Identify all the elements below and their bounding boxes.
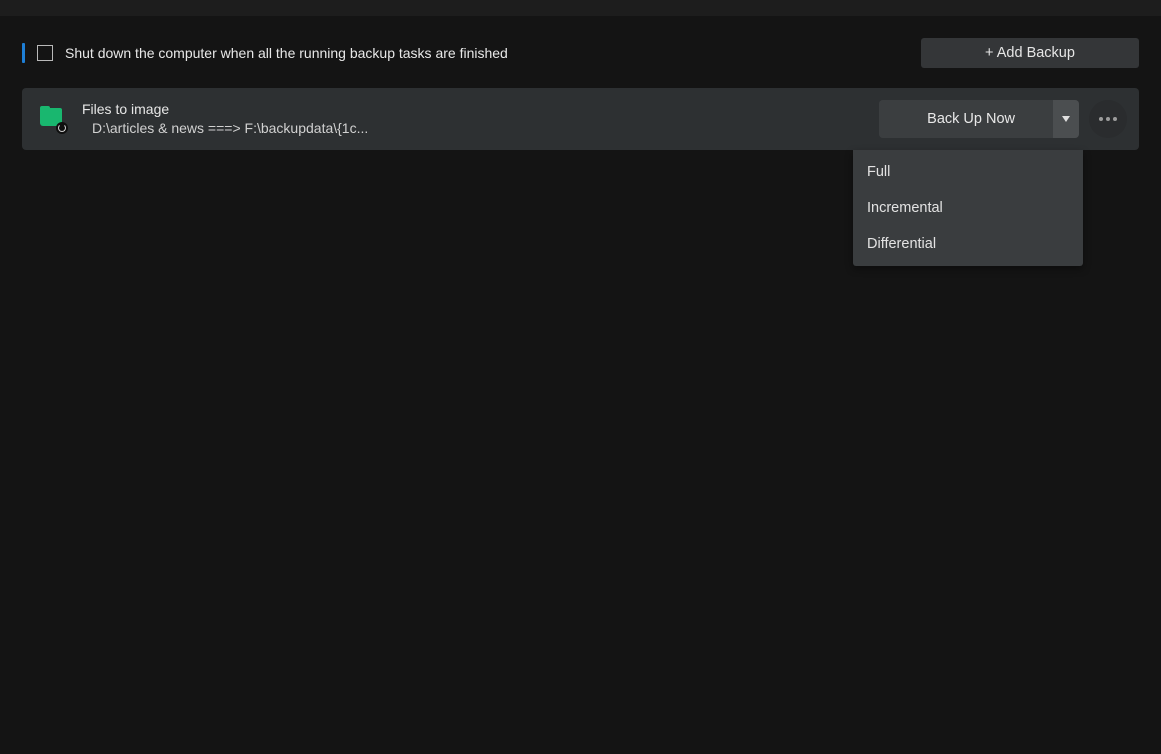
titlebar-strip	[0, 0, 1161, 16]
backup-now-split-button: Back Up Now	[879, 100, 1079, 138]
backup-now-button[interactable]: Back Up Now	[879, 100, 1053, 138]
backup-type-menu: Full Incremental Differential	[853, 150, 1083, 266]
add-backup-button[interactable]: + Add Backup	[921, 38, 1139, 68]
backup-type-dropdown-button[interactable]	[1053, 100, 1079, 138]
caret-down-icon	[1062, 116, 1070, 122]
main-content: Shut down the computer when all the runn…	[0, 16, 1161, 150]
active-indicator	[22, 43, 25, 63]
toolbar-left-group: Shut down the computer when all the runn…	[22, 43, 508, 63]
toolbar-row: Shut down the computer when all the runn…	[22, 38, 1139, 68]
task-text-block: Files to image D:\articles & news ===> F…	[82, 100, 879, 138]
more-options-button[interactable]	[1089, 100, 1127, 138]
shutdown-label: Shut down the computer when all the runn…	[65, 45, 508, 61]
task-actions: Back Up Now	[879, 100, 1127, 138]
menu-item-full[interactable]: Full	[853, 154, 1083, 190]
folder-sync-icon	[40, 106, 66, 132]
dots-icon	[1099, 117, 1103, 121]
task-path: D:\articles & news ===> F:\backupdata\{1…	[82, 119, 462, 138]
backup-task-card: Files to image D:\articles & news ===> F…	[22, 88, 1139, 150]
menu-item-incremental[interactable]: Incremental	[853, 190, 1083, 226]
shutdown-checkbox[interactable]	[37, 45, 53, 61]
task-title: Files to image	[82, 100, 879, 119]
menu-item-differential[interactable]: Differential	[853, 226, 1083, 262]
